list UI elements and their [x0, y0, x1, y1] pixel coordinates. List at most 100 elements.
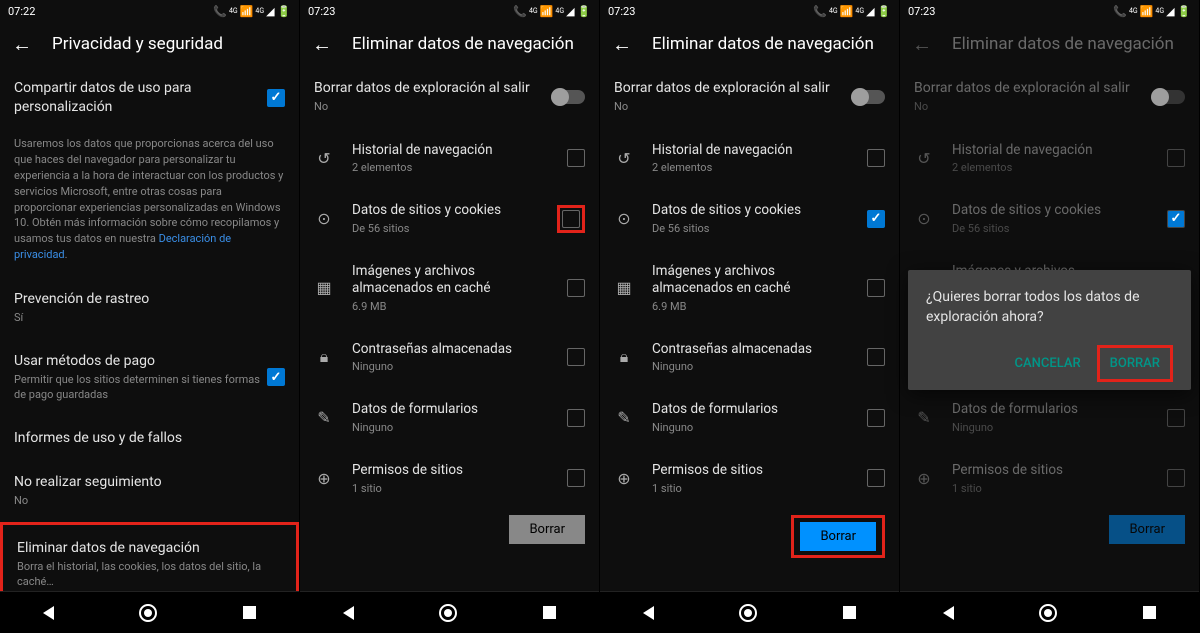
content: Compartir datos de uso para personalizac… — [0, 66, 299, 591]
nav-home-icon[interactable] — [139, 604, 157, 622]
screen-clear-checked: 07:23 📞4G 📶 4G◢ 🔋 ← Eliminar datos de na… — [600, 0, 900, 633]
permissions-row[interactable]: ⊕ Permisos de sitios1 sitio — [600, 448, 899, 509]
back-icon[interactable]: ← — [612, 32, 632, 57]
confirm-dialog: ¿Quieres borrar todos los datos de explo… — [908, 270, 1191, 390]
formdata-row[interactable]: ✎ Datos de formulariosNinguno — [300, 387, 599, 448]
globe-icon: ⊕ — [614, 468, 634, 488]
nav-recent-icon[interactable] — [843, 606, 856, 619]
payment-checkbox[interactable] — [267, 368, 285, 386]
formdata-checkbox — [1167, 409, 1185, 427]
cache-checkbox[interactable] — [567, 279, 585, 297]
history-row[interactable]: ↺ Historial de navegación2 elementos — [600, 128, 899, 189]
clear-on-exit-row: Borrar datos de exploración al salir No — [900, 66, 1199, 128]
cookies-row[interactable]: ⊙ Datos de sitios y cookiesDe 56 sitios — [600, 188, 899, 249]
cookies-checkbox — [1167, 210, 1185, 228]
formdata-checkbox[interactable] — [567, 409, 585, 427]
passwords-row[interactable]: 🔒︎ Contraseñas almacenadasNinguno — [300, 327, 599, 388]
content: Borrar datos de exploración al salir No … — [600, 66, 899, 591]
nav-recent-icon[interactable] — [543, 606, 556, 619]
clear-on-exit-row[interactable]: Borrar datos de exploración al salir No — [300, 66, 599, 128]
status-time: 07:22 — [8, 5, 35, 18]
history-icon: ↺ — [314, 148, 334, 168]
permissions-row[interactable]: ⊕ Permisos de sitios1 sitio — [300, 448, 599, 509]
nav-back-icon[interactable] — [943, 606, 954, 620]
nav-back-icon[interactable] — [343, 606, 354, 620]
share-description: Usaremos los datos que proporcionas acer… — [0, 130, 299, 278]
clear-button[interactable]: Borrar — [800, 522, 876, 551]
formdata-row[interactable]: ✎ Datos de formulariosNinguno — [600, 387, 899, 448]
passwords-checkbox[interactable] — [567, 348, 585, 366]
nav-back-icon[interactable] — [643, 606, 654, 620]
clear-button: Borrar — [1109, 515, 1185, 544]
history-checkbox[interactable] — [567, 149, 585, 167]
cancel-button[interactable]: CANCELAR — [1005, 345, 1091, 382]
globe-icon: ⊕ — [314, 468, 334, 488]
page-title: Eliminar datos de navegación — [952, 34, 1174, 54]
clear-on-exit-row[interactable]: Borrar datos de exploración al salir No — [600, 66, 899, 128]
history-checkbox[interactable] — [867, 149, 885, 167]
image-icon: ▦ — [314, 278, 334, 298]
exit-toggle[interactable] — [851, 90, 885, 104]
status-time: 07:23 — [308, 5, 335, 18]
payment-row[interactable]: Usar métodos de pago Permitir que los si… — [0, 339, 299, 416]
button-row: Borrar — [600, 509, 899, 568]
permissions-checkbox[interactable] — [567, 469, 585, 487]
cookie-icon: ⊙ — [914, 209, 934, 229]
nav-recent-icon[interactable] — [1143, 606, 1156, 619]
screen-clear-unchecked: 07:23 📞4G 📶 4G◢ 🔋 ← Eliminar datos de na… — [300, 0, 600, 633]
formdata-checkbox[interactable] — [867, 409, 885, 427]
dnt-row[interactable]: No realizar seguimiento No — [0, 460, 299, 522]
status-time: 07:23 — [908, 5, 935, 18]
nav-home-icon[interactable] — [439, 604, 457, 622]
lock-icon: 🔒︎ — [314, 347, 334, 367]
nav-home-icon[interactable] — [1039, 604, 1057, 622]
passwords-checkbox[interactable] — [867, 348, 885, 366]
history-row[interactable]: ↺ Historial de navegación2 elementos — [300, 128, 599, 189]
permissions-row: ⊕ Permisos de sitios1 sitio — [900, 448, 1199, 509]
dialog-actions: CANCELAR BORRAR — [926, 345, 1173, 382]
nav-recent-icon[interactable] — [243, 606, 256, 619]
screen-privacy: 07:22 📞4G 📶 4G◢ 🔋 ← Privacidad y segurid… — [0, 0, 300, 633]
navbar — [600, 591, 899, 633]
dialog-text: ¿Quieres borrar todos los datos de explo… — [926, 288, 1173, 327]
nav-back-icon[interactable] — [43, 606, 54, 620]
page-title: Eliminar datos de navegación — [352, 34, 574, 54]
reports-row[interactable]: Informes de uso y de fallos — [0, 416, 299, 461]
cookies-row: ⊙ Datos de sitios y cookiesDe 56 sitios — [900, 188, 1199, 249]
page-title: Eliminar datos de navegación — [652, 34, 874, 54]
cookies-row[interactable]: ⊙ Datos de sitios y cookiesDe 56 sitios — [300, 188, 599, 249]
header: ← Eliminar datos de navegación — [600, 22, 899, 66]
history-row: ↺ Historial de navegación2 elementos — [900, 128, 1199, 189]
navbar — [0, 591, 299, 633]
cookies-checkbox[interactable] — [867, 210, 885, 228]
clear-button[interactable]: Borrar — [509, 515, 585, 544]
pencil-icon: ✎ — [314, 408, 334, 428]
permissions-checkbox[interactable] — [867, 469, 885, 487]
confirm-button[interactable]: BORRAR — [1100, 348, 1170, 379]
status-icons: 📞4G 📶 4G◢ 🔋 — [1113, 5, 1191, 18]
screen-dialog: 07:23 📞4G 📶 4G◢ 🔋 ← Eliminar datos de na… — [900, 0, 1200, 633]
back-icon: ← — [912, 32, 932, 57]
exit-toggle[interactable] — [551, 90, 585, 104]
clear-data-row[interactable]: Eliminar datos de navegación Borra el hi… — [0, 522, 299, 591]
cache-row[interactable]: ▦ Imágenes y archivos almacenados en cac… — [600, 249, 899, 327]
cookies-checkbox[interactable] — [562, 210, 580, 228]
share-data-row[interactable]: Compartir datos de uso para personalizac… — [0, 66, 299, 130]
status-icons: 📞4G 📶 4G◢ 🔋 — [213, 5, 291, 18]
button-row: Borrar — [300, 509, 599, 554]
status-bar: 07:23 📞4G 📶 4G◢ 🔋 — [900, 0, 1199, 22]
share-checkbox[interactable] — [267, 89, 285, 107]
status-bar: 07:23 📞4G 📶 4G◢ 🔋 — [300, 0, 599, 22]
status-bar: 07:22 📞4G 📶 4G◢ 🔋 — [0, 0, 299, 22]
back-icon[interactable]: ← — [12, 32, 32, 57]
cache-checkbox[interactable] — [867, 279, 885, 297]
status-bar: 07:23 📞4G 📶 4G◢ 🔋 — [600, 0, 899, 22]
back-icon[interactable]: ← — [312, 32, 332, 57]
passwords-row[interactable]: 🔒︎ Contraseñas almacenadasNinguno — [600, 327, 899, 388]
tracking-row[interactable]: Prevención de rastreo Sí — [0, 277, 299, 339]
status-icons: 📞4G 📶 4G◢ 🔋 — [513, 5, 591, 18]
cache-row[interactable]: ▦ Imágenes y archivos almacenados en cac… — [300, 249, 599, 327]
navbar — [300, 591, 599, 633]
nav-home-icon[interactable] — [739, 604, 757, 622]
status-time: 07:23 — [608, 5, 635, 18]
